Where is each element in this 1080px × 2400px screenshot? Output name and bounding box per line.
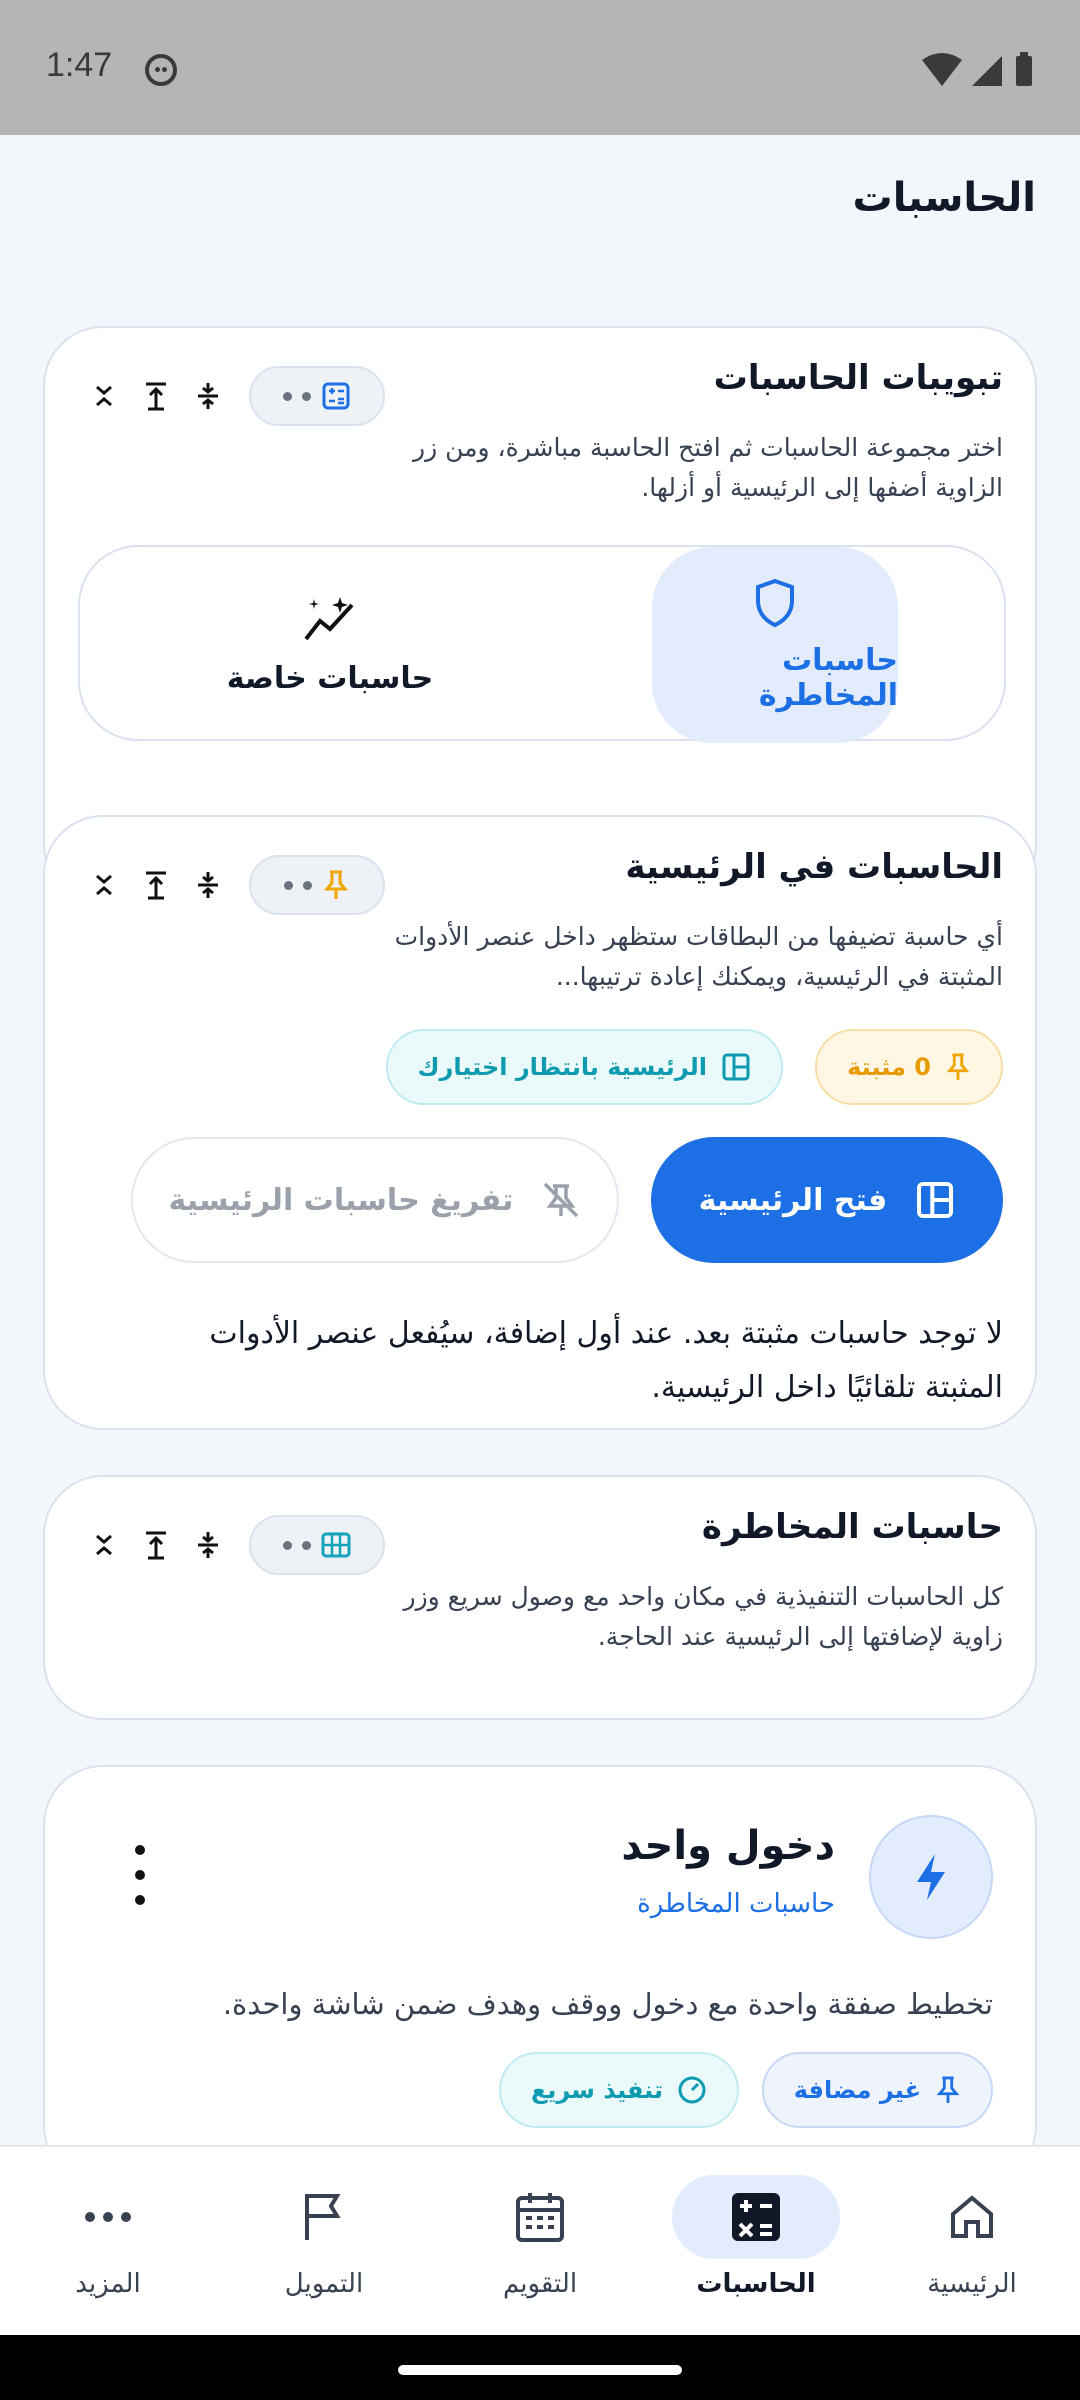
nav-label: التقويم — [502, 2269, 578, 2299]
calculator-icon — [672, 2175, 840, 2259]
tab-label: حاسبات المخاطرة — [758, 643, 898, 713]
calendar-icon — [456, 2175, 624, 2259]
bolt-icon — [917, 1854, 945, 1900]
signal-icon — [972, 56, 1002, 86]
pinned-count-chip: 0 مثبتة — [815, 1029, 1003, 1105]
card-title: الحاسبات في الرئيسية — [625, 847, 1003, 887]
button-label: فتح الرئيسية — [698, 1182, 888, 1218]
page-title: الحاسبات — [852, 175, 1036, 221]
more-icon — [24, 2175, 192, 2259]
card-description: اختر مجموعة الحاسبات ثم افتح الحاسبة مبا… — [413, 433, 1003, 502]
card-badge — [249, 1515, 385, 1575]
shield-icon — [756, 578, 794, 628]
move-top-icon[interactable] — [137, 1526, 175, 1564]
layout-icon — [917, 1182, 954, 1218]
clear-home-calculators-button[interactable]: تفريغ حاسبات الرئيسية — [131, 1137, 619, 1263]
face-icon — [145, 54, 177, 86]
card-title: تبويبات الحاسبات — [713, 358, 1003, 398]
calculator-icon — [322, 382, 350, 410]
grid-icon — [321, 1532, 351, 1558]
single-entry-calculator-card[interactable]: دخول واحد حاسبات المخاطرة تخطيط صفقة واح… — [43, 1765, 1037, 2145]
button-label: تفريغ حاسبات الرئيسية — [168, 1182, 514, 1218]
nav-label: التمويل — [284, 2269, 364, 2299]
calculator-tab-switcher: حاسبات المخاطرة حاسبات خاصة — [78, 545, 1006, 743]
chip-label: الرئيسية بانتظار اختيارك — [417, 1053, 707, 1081]
pin-icon — [323, 870, 349, 899]
calculators-page[interactable]: الحاسبات تبويبات الحاسبات اختر مجموعة ال… — [0, 135, 1080, 2145]
wifi-icon — [922, 53, 962, 86]
card-badge — [249, 366, 385, 426]
bolt-icon-circle — [869, 1815, 993, 1939]
nav-calculators[interactable]: الحاسبات — [656, 2147, 856, 2337]
collapse-icon[interactable] — [85, 1526, 123, 1564]
status-icons — [920, 50, 1040, 94]
chip-label: 0 مثبتة — [847, 1053, 931, 1081]
nav-more[interactable]: المزيد — [8, 2147, 208, 2337]
card-title: حاسبات المخاطرة — [701, 1507, 1003, 1547]
chip-label: تنفيذ سريع — [530, 2076, 663, 2104]
tab-risk-calculators[interactable]: حاسبات المخاطرة — [652, 547, 898, 743]
move-top-icon[interactable] — [137, 377, 175, 415]
unpin-icon — [544, 1182, 579, 1218]
home-status-chip: الرئيسية بانتظار اختيارك — [385, 1029, 783, 1105]
more-options-button[interactable] — [125, 1845, 155, 1905]
calculator-description: تخطيط صفقة واحدة مع دخول ووقف وهدف ضمن ش… — [222, 1987, 993, 2021]
nav-funding[interactable]: التمويل — [224, 2147, 424, 2337]
status-bar: 1:47 — [0, 0, 1080, 135]
sparkle-icon — [304, 596, 354, 640]
chip-label: غير مضافة — [793, 2076, 921, 2104]
home-gesture-handle[interactable] — [398, 2365, 682, 2375]
pin-icon — [936, 2076, 960, 2103]
quick-execution-chip: تنفيذ سريع — [498, 2052, 739, 2128]
battery-icon — [1016, 56, 1032, 86]
flag-icon — [240, 2175, 408, 2259]
nav-label: الرئيسية — [927, 2269, 1017, 2299]
not-added-chip[interactable]: غير مضافة — [761, 2052, 993, 2128]
reorder-icon[interactable] — [189, 1526, 227, 1564]
reorder-icon[interactable] — [189, 866, 227, 904]
empty-state-note: لا توجد حاسبات مثبتة بعد. عند أول إضافة،… — [209, 1316, 1003, 1405]
card-badge — [249, 855, 385, 915]
gesture-bar-area — [0, 2335, 1080, 2400]
nav-home[interactable]: الرئيسية — [872, 2147, 1072, 2337]
calculator-category: حاسبات المخاطرة — [637, 1889, 835, 1919]
home-icon — [888, 2175, 1056, 2259]
move-top-icon[interactable] — [137, 866, 175, 904]
collapse-icon[interactable] — [85, 866, 123, 904]
card-controls — [85, 366, 385, 426]
home-calculators-card: الحاسبات في الرئيسية أي حاسبة تضيفها من … — [43, 815, 1037, 1430]
open-home-button[interactable]: فتح الرئيسية — [651, 1137, 1003, 1263]
status-time: 1:47 — [46, 46, 113, 84]
nav-label: المزيد — [75, 2269, 141, 2299]
tab-label: حاسبات خاصة — [226, 660, 434, 696]
card-controls — [85, 1515, 385, 1575]
layout-icon — [722, 1053, 750, 1081]
card-description: كل الحاسبات التنفيذية في مكان واحد مع وص… — [403, 1582, 1004, 1651]
card-controls — [85, 855, 385, 915]
tab-custom-calculators[interactable]: حاسبات خاصة — [200, 547, 460, 743]
collapse-icon[interactable] — [85, 377, 123, 415]
reorder-icon[interactable] — [189, 377, 227, 415]
bottom-navigation: الرئيسية الحاسبات التقويم التمويل المزيد — [0, 2145, 1080, 2335]
card-description: أي حاسبة تضيفها من البطاقات ستظهر داخل ع… — [394, 922, 1003, 991]
risk-calculators-card: حاسبات المخاطرة كل الحاسبات التنفيذية في… — [43, 1475, 1037, 1720]
gauge-icon — [678, 2076, 706, 2104]
pin-icon — [946, 1053, 970, 1080]
nav-calendar[interactable]: التقويم — [440, 2147, 640, 2337]
calculator-title: دخول واحد — [621, 1823, 835, 1869]
nav-label: الحاسبات — [696, 2269, 816, 2299]
